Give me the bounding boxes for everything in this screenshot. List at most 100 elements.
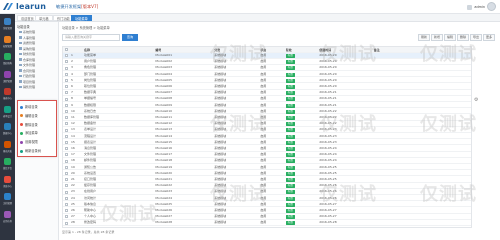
tree-item[interactable]: 文件管理 — [19, 63, 35, 68]
row-checkbox[interactable] — [65, 215, 68, 219]
row-checkbox[interactable] — [65, 110, 68, 114]
rail-item[interactable]: 应用市场 — [2, 210, 13, 227]
table-row[interactable]: 17 文件管理 Module017 系统模块 启用 有效 2016-05-24 — [63, 152, 471, 158]
context-menu-item[interactable]: 新增目录 — [20, 104, 38, 111]
row-checkbox[interactable] — [65, 178, 68, 182]
row-checkbox[interactable] — [65, 122, 68, 126]
select-all-checkbox[interactable] — [65, 48, 68, 52]
row-checkbox[interactable] — [65, 153, 68, 157]
tree-item[interactable]: 销售管理 — [19, 85, 35, 90]
column-header[interactable]: 分类 — [214, 47, 220, 53]
table-row[interactable]: 21 接口管理 Module021 系统模块 启用 有效 2016-05-25 — [63, 177, 471, 183]
edit-button[interactable]: 编辑 — [444, 34, 457, 41]
user-name[interactable]: admin — [474, 5, 485, 9]
table-row[interactable]: 14 流程设计 Module014 系统模块 启用 有效 2016-05-23 — [63, 134, 471, 140]
row-checkbox[interactable] — [65, 134, 68, 138]
user-area[interactable]: admin — [466, 2, 496, 12]
table-row[interactable]: 27 个人中心 Module027 系统模块 启用 有效 2016-05-27 — [63, 214, 471, 220]
row-checkbox[interactable] — [65, 54, 68, 58]
table-row[interactable]: 22 缓存管理 Module022 系统模块 启用 有效 2016-05-26 — [63, 183, 471, 189]
table-row[interactable]: 9 数据权限 Module009 系统模块 启用 有效 2016-05-21 — [63, 103, 471, 109]
context-menu-item[interactable]: 添加菜单 — [20, 130, 38, 137]
row-checkbox[interactable] — [65, 165, 68, 169]
row-checkbox[interactable] — [65, 159, 68, 163]
column-header[interactable]: 名称 — [84, 47, 90, 53]
row-checkbox[interactable] — [65, 190, 68, 194]
row-checkbox[interactable] — [65, 60, 68, 64]
table-row[interactable]: 19 通知公告 Module019 系统模块 启用 有效 2016-05-25 — [63, 165, 471, 171]
rail-item[interactable]: 微信平台 — [2, 158, 13, 174]
table-row[interactable]: 18 邮件管理 Module018 系统模块 启用 有效 2016-05-24 — [63, 158, 471, 164]
rail-item[interactable]: 系统管理 — [2, 18, 13, 34]
table-row[interactable]: 7 数据字典 Module007 系统模块 启用 有效 2016-05-21 — [63, 90, 471, 96]
table-row[interactable]: 8 单据编号 Module008 系统模块 启用 有效 2016-05-21 — [63, 96, 471, 102]
row-checkbox[interactable] — [65, 97, 68, 101]
settings-gear-icon[interactable]: ⚙ — [474, 98, 479, 103]
rail-item[interactable]: 权限管理 — [2, 35, 13, 52]
refresh-button[interactable]: 刷新 — [418, 34, 431, 41]
tree-item[interactable]: 行政管理 — [19, 74, 35, 79]
tab-4[interactable]: 功能菜单 — [71, 15, 92, 21]
export-button[interactable]: 导出 — [470, 34, 483, 41]
tree-item[interactable]: 系统管理 — [19, 30, 35, 35]
rail-item[interactable]: 数据中心 — [2, 123, 13, 139]
row-checkbox[interactable] — [65, 184, 68, 188]
rail-item[interactable]: 流程管理 — [2, 70, 13, 87]
row-checkbox[interactable] — [65, 141, 68, 145]
row-checkbox[interactable] — [65, 221, 68, 225]
table-row[interactable]: 25 版本信息 Module025 系统模块 启用 有效 2016-05-27 — [63, 202, 471, 208]
rail-item[interactable]: 报表中心 — [2, 88, 13, 104]
tree-item[interactable]: 财务管理 — [19, 52, 35, 57]
rail-item[interactable]: 消息中心 — [2, 175, 13, 192]
table-row[interactable]: 23 在线用户 Module023 系统模块 启用 有效 2016-05-26 — [63, 189, 471, 195]
table-row[interactable]: 20 系统设置 Module020 系统模块 启用 有效 2016-05-25 — [63, 171, 471, 177]
row-checkbox[interactable] — [65, 116, 68, 120]
table-row[interactable]: 26 帮助中心 Module026 系统模块 启用 有效 2016-05-27 — [63, 208, 471, 214]
rail-item[interactable]: 表单设计 — [2, 105, 13, 122]
row-checkbox[interactable] — [65, 196, 68, 200]
table-row[interactable]: 5 岗位管理 Module005 系统模块 启用 有效 2016-05-20 — [63, 78, 471, 84]
table-row[interactable]: 13 表单设计 Module013 系统模块 启用 有效 2016-05-23 — [63, 127, 471, 133]
row-checkbox[interactable] — [65, 172, 68, 176]
table-row[interactable]: 24 访问统计 Module024 系统模块 启用 有效 2016-05-26 — [63, 196, 471, 202]
table-row[interactable]: 12 数据备份 Module012 系统模块 启用 有效 2016-05-22 — [63, 121, 471, 127]
tree-item[interactable]: 人事管理 — [19, 36, 35, 41]
table-row[interactable]: 2 用户管理 Module002 系统模块 启用 有效 2016-05-20 — [63, 59, 471, 65]
table-row[interactable]: 1 功能菜单 Module001 系统模块 启用 有效 2016-05-20 — [63, 53, 471, 59]
row-checkbox[interactable] — [65, 91, 68, 95]
table-row[interactable]: 28 修改密码 Module028 系统模块 启用 有效 2016-05-28 — [63, 220, 471, 226]
column-header[interactable]: 有效 — [286, 47, 292, 53]
row-checkbox[interactable] — [65, 128, 68, 132]
more-button[interactable]: 更多 — [483, 34, 496, 41]
rail-item[interactable]: 移动开发 — [2, 140, 13, 157]
tab-2[interactable]: 单元格 — [35, 15, 53, 21]
context-menu-item[interactable]: 删除目录 — [20, 122, 38, 129]
row-checkbox[interactable] — [65, 147, 68, 151]
row-checkbox[interactable] — [65, 79, 68, 83]
tree-item[interactable]: 合同管理 — [19, 69, 35, 74]
search-button[interactable]: 查询 — [122, 34, 138, 41]
table-row[interactable]: 15 报表设计 Module015 系统模块 启用 有效 2016-05-23 — [63, 140, 471, 146]
row-checkbox[interactable] — [65, 72, 68, 76]
rail-item[interactable]: 文档管理 — [2, 193, 13, 209]
context-menu-item[interactable]: 设置权限 — [20, 139, 38, 146]
tree-item[interactable]: 仓库管理 — [19, 58, 35, 63]
context-menu-item[interactable]: 刷新目录树 — [20, 148, 41, 155]
column-header[interactable]: 状态 — [260, 47, 266, 53]
row-checkbox[interactable] — [65, 85, 68, 89]
table-row[interactable]: 6 职位管理 Module006 系统模块 启用 有效 2016-05-20 — [63, 84, 471, 90]
delete-button[interactable]: 删除 — [457, 34, 470, 41]
add-button[interactable]: 新增 — [431, 34, 444, 41]
avatar[interactable] — [487, 2, 496, 11]
rail-item[interactable]: 组织机构 — [2, 53, 13, 69]
row-checkbox[interactable] — [65, 203, 68, 207]
tree-item[interactable]: 资质管理 — [19, 41, 35, 46]
table-row[interactable]: 3 角色管理 Module003 系统模块 启用 有效 2016-05-20 — [63, 65, 471, 71]
table-row[interactable]: 11 数据库管理 Module011 系统模块 启用 有效 2016-05-22 — [63, 115, 471, 121]
context-menu-item[interactable]: 编辑目录 — [20, 113, 38, 120]
column-header[interactable]: 创建时间 — [319, 47, 331, 53]
row-checkbox[interactable] — [65, 209, 68, 213]
row-checkbox[interactable] — [65, 66, 68, 70]
column-header[interactable]: 编号 — [155, 47, 161, 53]
tree-item[interactable]: 项目管理 — [19, 80, 35, 85]
